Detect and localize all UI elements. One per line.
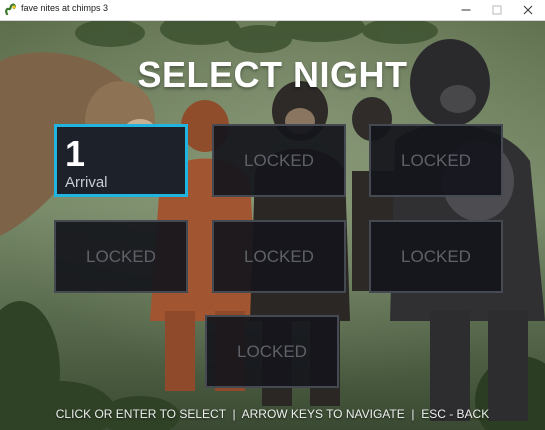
night-tile-5[interactable]: LOCKED: [212, 220, 346, 293]
minimize-button[interactable]: [449, 0, 483, 20]
locked-label: LOCKED: [86, 246, 156, 266]
close-button[interactable]: [511, 0, 545, 20]
window-titlebar: fave nites at chimps 3: [0, 0, 545, 21]
locked-label: LOCKED: [401, 246, 471, 266]
window-title: fave nites at chimps 3: [21, 3, 109, 13]
night-name: Arrival: [65, 174, 108, 191]
locked-label: LOCKED: [244, 246, 314, 266]
night-tile-6[interactable]: LOCKED: [369, 220, 503, 293]
night-tile-1[interactable]: 1 Arrival: [54, 124, 188, 197]
night-tile-2[interactable]: LOCKED: [212, 124, 346, 197]
minimize-icon: [461, 9, 471, 11]
maximize-icon: [492, 5, 502, 15]
locked-label: LOCKED: [237, 341, 307, 361]
close-icon: [523, 5, 533, 15]
controls-hint: CLICK OR ENTER TO SELECT | ARROW KEYS TO…: [55, 407, 490, 421]
night-tile-3[interactable]: LOCKED: [369, 124, 503, 197]
night-number: 1: [65, 133, 86, 174]
game-screen: SELECT NIGHT 1 Arrival LOCKED LOCKED LOC…: [0, 21, 545, 430]
night-tile-4[interactable]: LOCKED: [54, 220, 188, 293]
locked-label: LOCKED: [244, 150, 314, 170]
app-icon: [5, 3, 16, 16]
night-tile-7[interactable]: LOCKED: [205, 315, 339, 388]
locked-label: LOCKED: [401, 150, 471, 170]
maximize-button[interactable]: [480, 0, 514, 20]
page-title: SELECT NIGHT: [137, 54, 408, 95]
